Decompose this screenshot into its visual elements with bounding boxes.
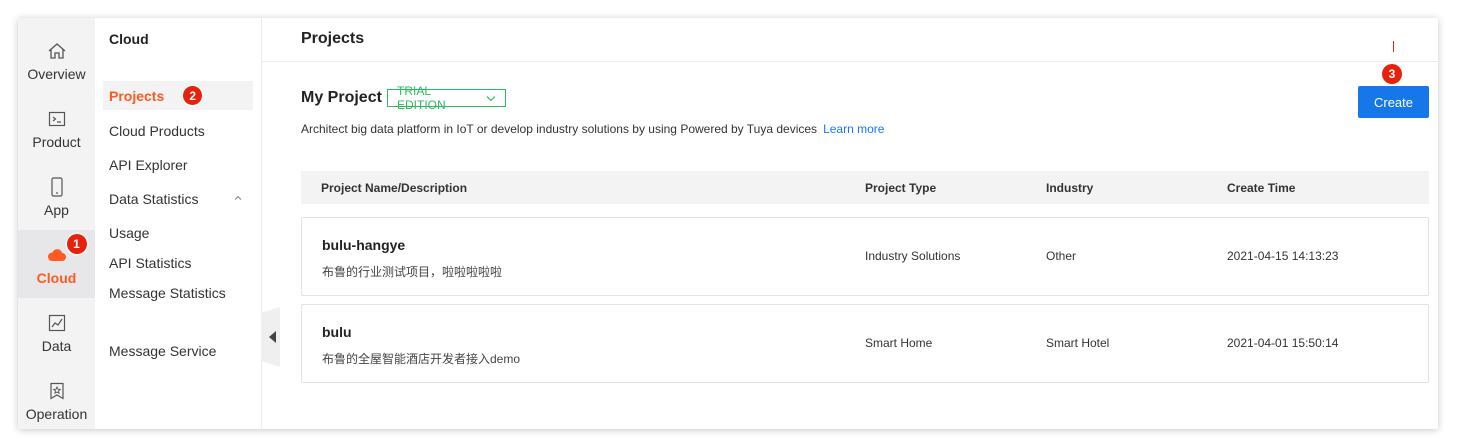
divider	[262, 61, 1438, 62]
create-button[interactable]: Create	[1358, 86, 1429, 118]
app-window: Overview Product App 1 Cloud Data Operat…	[18, 18, 1438, 429]
edition-dropdown[interactable]: TRIAL EDITION	[387, 84, 506, 112]
submenu-item-message-service[interactable]: Message Service	[109, 343, 216, 359]
badge-2: 2	[183, 86, 203, 105]
rail-label: Operation	[25, 406, 88, 422]
bookmark-icon	[46, 380, 68, 402]
chevron-down-icon	[486, 95, 496, 101]
project-description: 布鲁的行业测试项目，啦啦啦啦啦	[322, 265, 503, 279]
submenu-item-message-statistics[interactable]: Message Statistics	[109, 285, 226, 301]
main-content: Projects My Project TRIAL EDITION Archit…	[262, 18, 1438, 429]
cloud-icon: 1	[46, 234, 87, 266]
project-create-time: 2021-04-01 15:50:14	[1227, 336, 1339, 350]
submenu-item-api-statistics[interactable]: API Statistics	[109, 255, 191, 271]
submenu-item-cloud-products[interactable]: Cloud Products	[109, 123, 205, 139]
project-name: bulu-hangye	[322, 237, 406, 253]
page-title: Projects	[301, 30, 365, 47]
submenu-item-usage[interactable]: Usage	[109, 225, 149, 241]
submenu-title: Cloud	[109, 31, 149, 47]
project-industry: Smart Hotel	[1046, 336, 1110, 350]
rail-item-product[interactable]: Product	[18, 102, 95, 168]
home-icon	[46, 40, 68, 62]
badge-1: 1	[66, 234, 87, 254]
submenu-item-data-statistics[interactable]: Data Statistics	[109, 191, 198, 207]
section-description: Architect big data platform in IoT or de…	[301, 122, 884, 136]
project-industry: Other	[1046, 249, 1077, 263]
edition-label: TRIAL EDITION	[397, 84, 446, 112]
rail-label: Data	[41, 338, 72, 354]
table-row[interactable]: bulu 布鲁的全屋智能酒店开发者接入demo Smart Home Smart…	[301, 304, 1429, 383]
learn-more-link[interactable]: Learn more	[823, 122, 884, 136]
rail-item-data[interactable]: Data	[18, 306, 95, 372]
rail-label: Cloud	[36, 270, 77, 286]
rail-item-operation[interactable]: Operation	[18, 374, 95, 429]
submenu-item-projects[interactable]: Projects 2	[103, 81, 253, 110]
column-header: Project Type	[865, 181, 937, 195]
chart-icon	[46, 312, 68, 334]
section-title: My Project	[301, 89, 382, 106]
column-header: Create Time	[1227, 181, 1296, 195]
cloud-submenu: Cloud Projects 2 Cloud Products API Expl…	[95, 18, 262, 429]
terminal-icon	[46, 108, 68, 130]
project-create-time: 2021-04-15 14:13:23	[1227, 249, 1339, 263]
rail-item-cloud[interactable]: 1 Cloud	[18, 230, 95, 298]
table-header: Project Name/Description Project Type In…	[301, 171, 1429, 204]
project-type: Industry Solutions	[865, 249, 961, 263]
rail-item-overview[interactable]: Overview	[18, 34, 95, 100]
rail-label: Product	[32, 134, 81, 150]
rail-label: Overview	[27, 66, 86, 82]
submenu-item-api-explorer[interactable]: API Explorer	[109, 157, 188, 173]
table-row[interactable]: bulu-hangye 布鲁的行业测试项目，啦啦啦啦啦 Industry Sol…	[301, 217, 1429, 296]
rail-label: App	[44, 202, 69, 218]
icon-rail: Overview Product App 1 Cloud Data Operat…	[18, 18, 95, 429]
project-name: bulu	[322, 324, 352, 340]
rail-item-app[interactable]: App	[18, 170, 95, 236]
project-description: 布鲁的全屋智能酒店开发者接入demo	[322, 352, 521, 366]
column-header: Industry	[1046, 181, 1094, 195]
phone-icon	[46, 176, 68, 198]
chevron-up-icon[interactable]	[234, 194, 242, 202]
annotation-mark	[1393, 41, 1394, 52]
description-text: Architect big data platform in IoT or de…	[301, 122, 818, 136]
project-type: Smart Home	[865, 336, 933, 350]
column-header: Project Name/Description	[321, 181, 468, 195]
badge-3: 3	[1382, 64, 1402, 84]
submenu-item-label: Projects	[109, 87, 165, 104]
